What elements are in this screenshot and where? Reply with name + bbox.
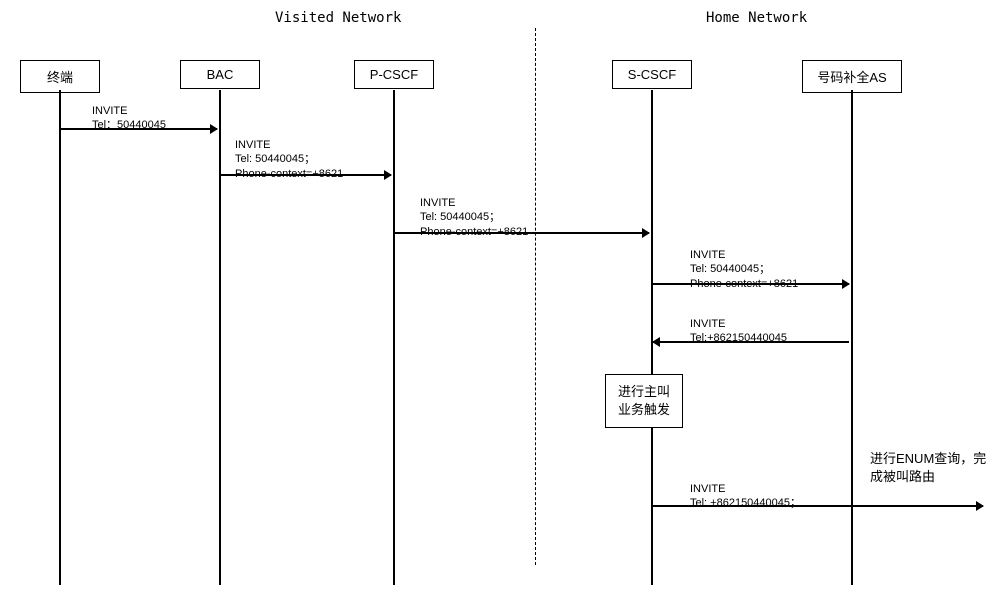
lifeline-scscf: S-CSCF [612, 60, 692, 89]
lifeline-bac: BAC [180, 60, 260, 89]
lifeline-line-as [851, 90, 853, 585]
home-network-label: Home Network [706, 10, 807, 26]
enum-query-label: 进行ENUM查询，完 成被叫路由 [870, 450, 986, 486]
lifeline-line-terminal [59, 90, 61, 585]
network-divider [535, 28, 536, 565]
msg2-label: INVITE Tel: 50440045； Phone-context=+862… [235, 138, 343, 181]
lifeline-as: 号码补全AS [802, 60, 902, 93]
lifeline-terminal: 终端 [20, 60, 100, 93]
action-calling-trigger: 进行主叫 业务触发 [605, 374, 683, 428]
msg6-label: INVITE Tel: +862150440045； [690, 482, 801, 511]
msg1-label: INVITE Tel：50440045 [92, 104, 166, 133]
lifeline-line-bac [219, 90, 221, 585]
msg3-label: INVITE Tel: 50440045； Phone-context=+862… [420, 196, 528, 239]
lifeline-line-pcscf [393, 90, 395, 585]
msg4-label: INVITE Tel: 50440045； Phone-context=+862… [690, 248, 798, 291]
msg5-label: INVITE Tel:+862150440045 [690, 317, 787, 346]
lifeline-pcscf: P-CSCF [354, 60, 434, 89]
visited-network-label: Visited Network [275, 10, 401, 26]
